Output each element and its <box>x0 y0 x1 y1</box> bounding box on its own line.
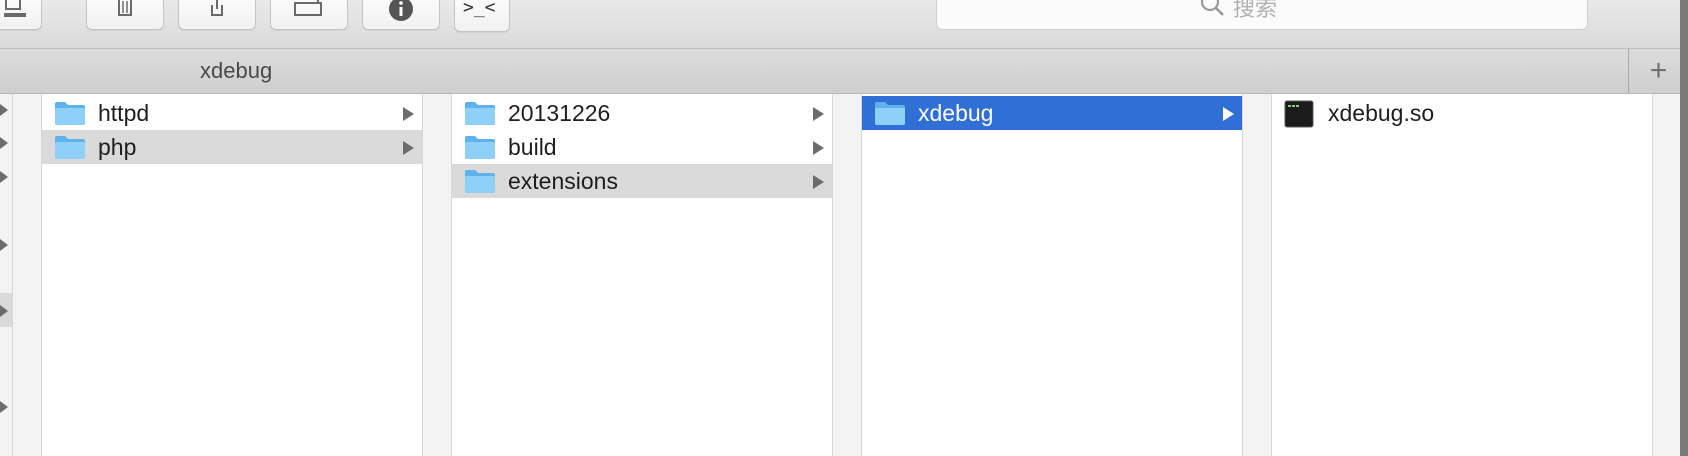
disclosure-arrow-icon <box>813 175 824 189</box>
trash-button[interactable] <box>86 0 164 30</box>
list-item-extensions[interactable]: extensions <box>452 164 832 198</box>
browser-column-1[interactable]: httpd php <box>42 94 422 456</box>
terminal-icon: >_< <box>463 0 496 18</box>
column-gutter <box>1243 94 1271 456</box>
item-label: httpd <box>98 100 150 126</box>
previous-column-gutter <box>0 94 12 456</box>
list-item-xdebug-so[interactable]: xdebug.so <box>1272 96 1652 130</box>
executable-file-icon <box>1284 100 1314 128</box>
folder-icon <box>465 102 495 125</box>
tab-xdebug[interactable]: xdebug <box>200 58 272 84</box>
item-label: php <box>98 134 137 160</box>
column-gutter <box>423 94 451 456</box>
folder-icon <box>465 136 495 159</box>
collapsed-arrow <box>0 104 8 116</box>
toolbar: >_< 搜索 <box>0 0 1688 49</box>
new-folder-icon <box>294 0 322 16</box>
connect-server-icon <box>4 0 26 17</box>
collapsed-arrow <box>0 401 8 413</box>
disclosure-arrow-icon <box>813 141 824 155</box>
window-edge <box>1680 0 1688 456</box>
connect-server-button[interactable] <box>0 0 42 30</box>
collapsed-arrow <box>0 239 8 251</box>
tab-bar: xdebug + <box>0 49 1688 94</box>
column-gutter <box>13 94 41 456</box>
browser-column-4[interactable]: xdebug.so <box>1272 94 1652 456</box>
folder-icon <box>55 136 85 159</box>
item-label: xdebug <box>918 100 994 126</box>
trash-icon <box>118 0 132 16</box>
disclosure-arrow-icon <box>1223 107 1234 121</box>
info-icon <box>389 0 413 21</box>
collapsed-arrow <box>0 171 8 183</box>
item-label: extensions <box>508 168 618 194</box>
search-field[interactable]: 搜索 <box>936 0 1588 30</box>
list-item-php[interactable]: php <box>42 130 422 164</box>
share-button[interactable] <box>178 0 256 30</box>
disclosure-arrow-icon <box>403 107 414 121</box>
list-item-httpd[interactable]: httpd <box>42 96 422 130</box>
list-item-build[interactable]: build <box>452 130 832 164</box>
list-item-xdebug[interactable]: xdebug <box>862 96 1242 130</box>
collapsed-arrow <box>0 305 8 317</box>
list-item-20131226[interactable]: 20131226 <box>452 96 832 130</box>
browser-column-3[interactable]: xdebug <box>862 94 1242 456</box>
folder-icon <box>875 102 905 125</box>
item-label: build <box>508 134 557 160</box>
new-folder-button[interactable] <box>270 0 348 30</box>
share-icon <box>211 0 223 16</box>
info-button[interactable] <box>362 0 440 30</box>
folder-icon <box>55 102 85 125</box>
column-gutter <box>833 94 861 456</box>
search-icon <box>1200 0 1224 16</box>
item-label: xdebug.so <box>1328 100 1435 126</box>
column-gutter <box>1653 94 1680 456</box>
search-placeholder: 搜索 <box>1233 0 1278 21</box>
browser-column-2[interactable]: 20131226 build extensions <box>452 94 832 456</box>
item-label: 20131226 <box>508 100 611 126</box>
disclosure-arrow-icon <box>813 107 824 121</box>
folder-icon <box>465 170 495 193</box>
disclosure-arrow-icon <box>403 141 414 155</box>
terminal-button[interactable]: >_< <box>454 0 510 32</box>
collapsed-arrow <box>0 137 8 149</box>
